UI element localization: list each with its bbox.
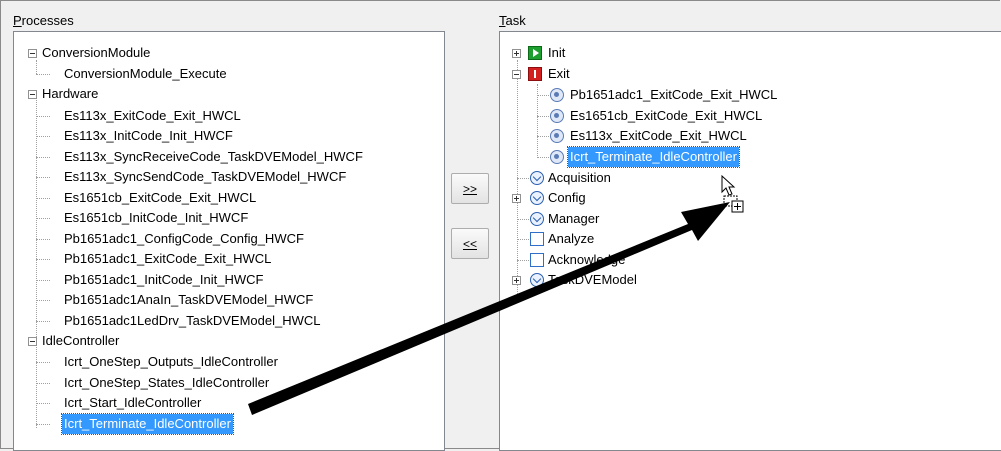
- red-pause-icon: [528, 67, 542, 81]
- task-item-taskdvemodel[interactable]: TaskDVEModel: [546, 270, 639, 290]
- tree-item-process[interactable]: Es113x_SyncReceiveCode_TaskDVEModel_HWCF: [62, 147, 365, 167]
- task-item-init[interactable]: Init: [546, 43, 567, 63]
- collapse-idlecontroller-icon[interactable]: [28, 337, 37, 346]
- square-icon: [530, 253, 544, 267]
- collapse-exit-icon[interactable]: [512, 70, 521, 79]
- task-item-acquisition[interactable]: Acquisition: [546, 168, 613, 188]
- task-tree[interactable]: Init Exit Pb1651adc1_ExitCode_Exit_HWCL …: [499, 31, 1001, 451]
- tree-item-process[interactable]: Icrt_Start_IdleController: [62, 393, 203, 413]
- tree-item-process[interactable]: Es1651cb_InitCode_Init_HWCF: [62, 208, 250, 228]
- clock-icon: [530, 273, 544, 287]
- task-item-process[interactable]: Pb1651adc1_ExitCode_Exit_HWCL: [568, 85, 779, 105]
- clock-icon: [530, 191, 544, 205]
- clock-icon: [530, 171, 544, 185]
- task-label: Task: [499, 13, 526, 28]
- task-item-acknowledge[interactable]: Acknowledge: [546, 250, 627, 270]
- tree-item-process[interactable]: Icrt_OneStep_Outputs_IdleController: [62, 352, 280, 372]
- tree-item-process[interactable]: Pb1651adc1_InitCode_Init_HWCF: [62, 270, 265, 290]
- processes-tree[interactable]: ConversionModule ConversionModule_Execut…: [13, 31, 445, 451]
- tree-item-process[interactable]: Icrt_OneStep_States_IdleController: [62, 373, 271, 393]
- square-icon: [530, 232, 544, 246]
- dialog-frame: Processes ConversionModule ConversionMod…: [0, 0, 1001, 451]
- tree-item-idlecontroller[interactable]: IdleController: [40, 331, 121, 351]
- tree-item-process[interactable]: Es1651cb_ExitCode_Exit_HWCL: [62, 188, 258, 208]
- task-item-config[interactable]: Config: [546, 188, 588, 208]
- tree-item-process[interactable]: Pb1651adc1_ConfigCode_Config_HWCF: [62, 229, 306, 249]
- process-gear-icon: [550, 129, 564, 143]
- tree-item-process[interactable]: Es113x_ExitCode_Exit_HWCL: [62, 106, 243, 126]
- tree-item-conversionmodule-execute[interactable]: ConversionModule_Execute: [62, 64, 229, 84]
- tree-item-process[interactable]: Es113x_SyncSendCode_TaskDVEModel_HWCF: [62, 167, 348, 187]
- processes-label: Processes: [13, 13, 74, 28]
- add-to-task-button[interactable]: >>: [451, 173, 489, 204]
- collapse-conversionmodule-icon[interactable]: [28, 49, 37, 58]
- tree-item-process[interactable]: Pb1651adc1AnaIn_TaskDVEModel_HWCF: [62, 290, 315, 310]
- tree-item-process[interactable]: Es113x_InitCode_Init_HWCF: [62, 126, 235, 146]
- task-item-analyze[interactable]: Analyze: [546, 229, 596, 249]
- process-gear-icon: [550, 109, 564, 123]
- task-item-selected-process[interactable]: Icrt_Terminate_IdleController: [567, 146, 740, 168]
- expand-init-icon[interactable]: [512, 49, 521, 58]
- task-item-process[interactable]: Es113x_ExitCode_Exit_HWCL: [568, 126, 749, 146]
- tree-item-conversionmodule[interactable]: ConversionModule: [40, 43, 152, 63]
- task-item-manager[interactable]: Manager: [546, 209, 601, 229]
- expand-taskdvemodel-icon[interactable]: [512, 276, 521, 285]
- clock-icon: [530, 212, 544, 226]
- green-play-icon: [528, 46, 542, 60]
- tree-item-process[interactable]: Pb1651adc1LedDrv_TaskDVEModel_HWCL: [62, 311, 323, 331]
- task-item-exit[interactable]: Exit: [546, 64, 572, 84]
- process-gear-icon: [550, 88, 564, 102]
- tree-item-selected-process[interactable]: Icrt_Terminate_IdleController: [61, 413, 234, 435]
- tree-item-hardware[interactable]: Hardware: [40, 84, 100, 104]
- task-item-process[interactable]: Es1651cb_ExitCode_Exit_HWCL: [568, 106, 764, 126]
- remove-from-task-button[interactable]: <<: [451, 228, 489, 259]
- tree-item-process[interactable]: Pb1651adc1_ExitCode_Exit_HWCL: [62, 249, 273, 269]
- expand-config-icon[interactable]: [512, 194, 521, 203]
- process-gear-icon: [550, 150, 564, 164]
- collapse-hardware-icon[interactable]: [28, 90, 37, 99]
